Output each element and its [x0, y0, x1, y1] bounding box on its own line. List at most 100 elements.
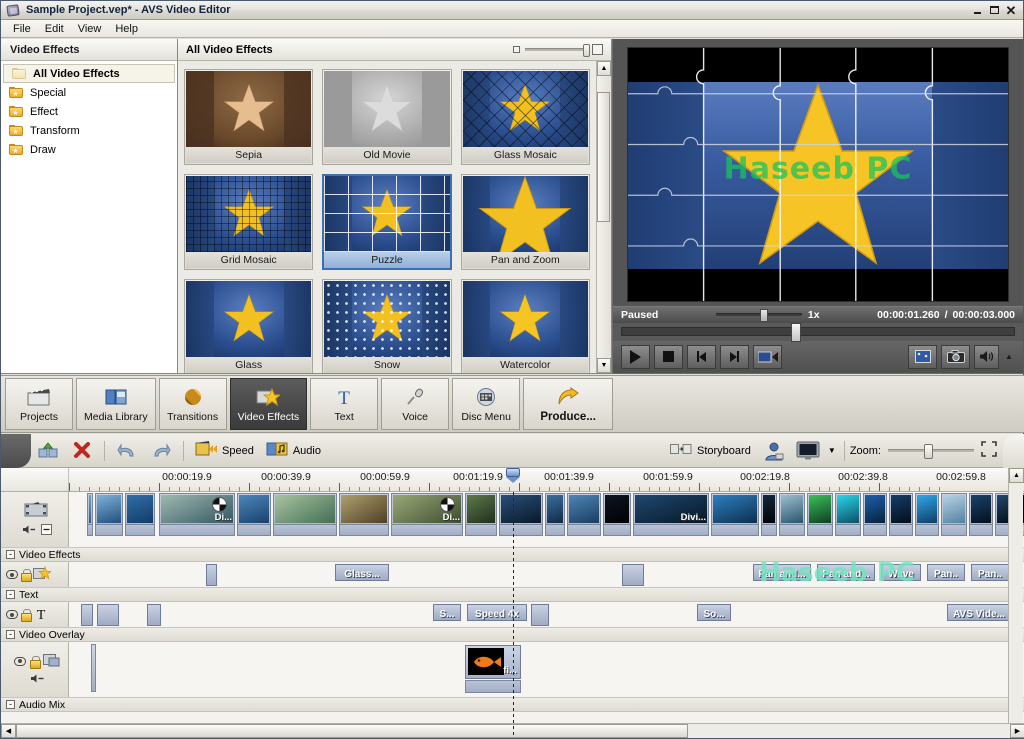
- effects-track-body[interactable]: Glass... Pan and... Pan and... Wave Pan.…: [69, 562, 1024, 587]
- effect-clip[interactable]: Glass...: [335, 564, 389, 581]
- video-track-expand-icon[interactable]: [41, 524, 52, 538]
- scroll-up-icon[interactable]: ▲: [1009, 468, 1024, 483]
- video-clip[interactable]: [969, 493, 993, 536]
- stop-icon[interactable]: [654, 345, 683, 369]
- play-icon[interactable]: [621, 345, 650, 369]
- video-clip[interactable]: [499, 493, 543, 536]
- scroll-up-icon[interactable]: ▲: [597, 61, 611, 76]
- seek-knob[interactable]: [791, 323, 801, 342]
- size-slider-knob[interactable]: [583, 44, 590, 57]
- tab-projects[interactable]: Projects: [5, 378, 73, 430]
- monitor-icon[interactable]: [793, 438, 823, 464]
- effect-cell-glass[interactable]: Glass: [184, 279, 313, 373]
- tab-voice[interactable]: Voice: [381, 378, 449, 430]
- video-clip[interactable]: Divi...: [633, 493, 709, 536]
- collapse-icon[interactable]: -: [6, 630, 15, 639]
- zoom-control[interactable]: Zoom:: [850, 441, 1003, 460]
- scroll-right-icon[interactable]: ▶: [1010, 724, 1024, 738]
- scroll-down-icon[interactable]: ▼: [597, 358, 611, 373]
- eye-icon[interactable]: [6, 610, 18, 619]
- seek-bar[interactable]: [613, 323, 1023, 341]
- collapse-icon[interactable]: -: [6, 700, 15, 709]
- lock-icon[interactable]: [21, 569, 30, 580]
- video-clip[interactable]: [779, 493, 805, 536]
- minimize-button[interactable]: [969, 3, 985, 17]
- video-clip[interactable]: [87, 493, 93, 536]
- maximize-button[interactable]: [986, 3, 1002, 17]
- speed-slider[interactable]: 1x: [716, 309, 820, 321]
- video-clip[interactable]: [889, 493, 913, 536]
- effect-clip[interactable]: Pan and...: [753, 564, 811, 581]
- zoom-slider-knob[interactable]: [924, 444, 933, 459]
- text-clip[interactable]: AVS Vide...: [947, 604, 1011, 621]
- effect-clip[interactable]: Pan and...: [817, 564, 875, 581]
- video-clip[interactable]: Di...: [391, 493, 463, 536]
- scroll-left-icon[interactable]: ◀: [1, 724, 16, 738]
- playhead-handle[interactable]: [506, 468, 520, 483]
- effect-cell-pan-and-zoom[interactable]: Pan and Zoom: [461, 174, 590, 270]
- mute-icon[interactable]: [30, 673, 45, 687]
- video-clip[interactable]: [807, 493, 833, 536]
- menu-help[interactable]: Help: [108, 21, 145, 37]
- seek-track[interactable]: [621, 327, 1015, 336]
- video-clip[interactable]: [863, 493, 887, 536]
- tab-text[interactable]: T Text: [310, 378, 378, 430]
- timeline-vertical-scrollbar[interactable]: ▲: [1008, 468, 1023, 723]
- eye-icon[interactable]: [6, 570, 18, 579]
- video-clip[interactable]: [603, 493, 631, 536]
- preview-video[interactable]: Haseeb PC: [627, 47, 1009, 302]
- tab-media-library[interactable]: Media Library: [76, 378, 156, 430]
- effect-cell-old-movie[interactable]: Old Movie: [322, 69, 451, 165]
- video-clip[interactable]: [545, 493, 565, 536]
- video-clip[interactable]: Di...: [159, 493, 235, 536]
- volume-icon[interactable]: [974, 345, 999, 369]
- speed-button[interactable]: Speed: [189, 441, 260, 460]
- scrollbar-thumb[interactable]: [597, 92, 610, 222]
- import-media-icon[interactable]: [33, 438, 63, 464]
- menu-file[interactable]: File: [6, 21, 38, 37]
- transition-icon[interactable]: [212, 497, 227, 512]
- video-clip[interactable]: [339, 493, 389, 536]
- transition-icon[interactable]: [440, 497, 455, 512]
- close-button[interactable]: ✕: [1003, 3, 1019, 17]
- caret-down-icon[interactable]: ▼: [825, 446, 839, 455]
- sidebar-item-special[interactable]: ★ Special: [1, 83, 177, 102]
- text-clip[interactable]: [97, 604, 119, 626]
- video-clip[interactable]: [95, 493, 123, 536]
- hscrollbar-thumb[interactable]: [16, 724, 688, 738]
- menu-edit[interactable]: Edit: [38, 21, 71, 37]
- delete-icon[interactable]: [67, 438, 97, 464]
- sidebar-item-transform[interactable]: ★ Transform: [1, 121, 177, 140]
- menu-view[interactable]: View: [71, 21, 109, 37]
- collapse-icon[interactable]: -: [6, 590, 15, 599]
- video-clip[interactable]: [125, 493, 155, 536]
- video-clip[interactable]: [711, 493, 759, 536]
- next-frame-icon[interactable]: [720, 345, 749, 369]
- sidebar-item-all-video-effects[interactable]: All Video Effects: [3, 64, 175, 83]
- storyboard-button[interactable]: Storyboard: [664, 443, 757, 458]
- video-clip[interactable]: [567, 493, 601, 536]
- video-track-body[interactable]: Di... Di...: [69, 492, 1024, 547]
- tab-transitions[interactable]: Transitions: [159, 378, 227, 430]
- video-clip[interactable]: [273, 493, 337, 536]
- effect-clip[interactable]: Wave: [881, 564, 921, 581]
- effect-clip[interactable]: [206, 564, 217, 586]
- effects-scrollbar[interactable]: ▲ ▼: [596, 61, 611, 373]
- text-clip[interactable]: So...: [697, 604, 731, 621]
- timeline-ruler[interactable]: 00:00:19.9 00:00:39.9 00:00:59.9 00:01:1…: [1, 468, 1024, 492]
- video-clip[interactable]: [237, 493, 271, 536]
- tab-disc-menu[interactable]: Disc Menu: [452, 378, 520, 430]
- effect-cell-snow[interactable]: Snow: [322, 279, 451, 373]
- size-slider-track[interactable]: [525, 48, 587, 51]
- speed-slider-knob[interactable]: [760, 309, 768, 322]
- text-clip[interactable]: Speed 4x: [467, 604, 527, 621]
- tab-video-effects[interactable]: Video Effects: [230, 378, 308, 430]
- voice-over-icon[interactable]: [759, 438, 789, 464]
- effect-cell-sepia[interactable]: Sepia: [184, 69, 313, 165]
- previous-frame-icon[interactable]: [687, 345, 716, 369]
- redo-icon[interactable]: [146, 438, 176, 464]
- video-clip[interactable]: [761, 493, 777, 536]
- zoom-slider-track[interactable]: [888, 449, 974, 452]
- effect-cell-watercolor[interactable]: Watercolor: [461, 279, 590, 373]
- sidebar-item-draw[interactable]: ★ Draw: [1, 140, 177, 159]
